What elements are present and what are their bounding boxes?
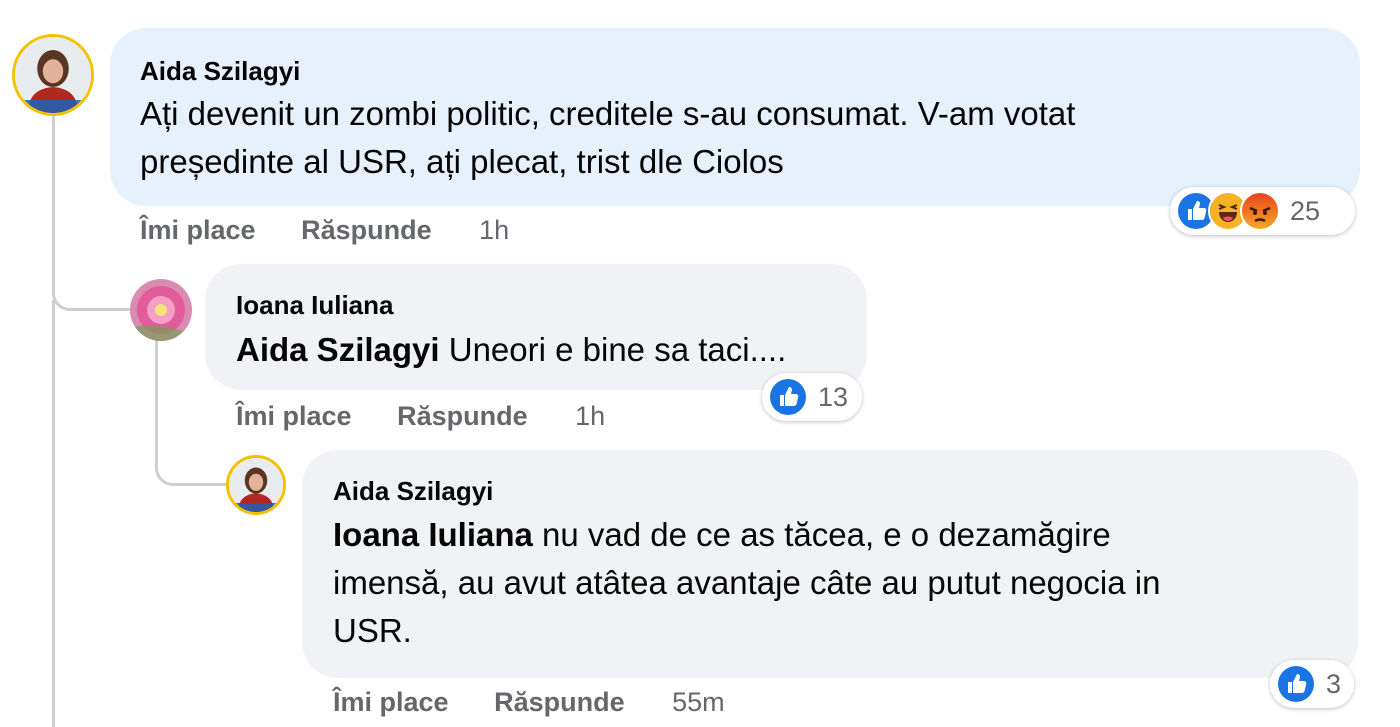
comment-actions: Îmi place Răspunde 1h: [140, 215, 509, 246]
like-button[interactable]: Îmi place: [236, 401, 352, 432]
comment-timestamp[interactable]: 55m: [672, 687, 725, 718]
comment-timestamp[interactable]: 1h: [575, 401, 605, 432]
reactions-summary[interactable]: 25: [1170, 187, 1355, 235]
comment-text-line: Ioana Iuliana nu vad de ce as tăcea, e o…: [333, 511, 1160, 559]
avatar[interactable]: [130, 279, 192, 341]
comment-text-content: nu vad de ce as tăcea, e o dezamăgire: [532, 516, 1111, 553]
mention-link[interactable]: Ioana Iuliana: [333, 516, 533, 553]
thread-line: [52, 300, 55, 727]
comment-text: Ați devenit un zombi politic, creditele …: [140, 90, 1075, 186]
comment-text-content: Uneori e bine sa taci....: [439, 331, 787, 368]
avatar[interactable]: [226, 455, 286, 515]
reaction-count: 3: [1326, 668, 1342, 699]
comment-actions: Îmi place Răspunde 1h: [236, 401, 605, 432]
reply-button[interactable]: Răspunde: [494, 687, 625, 718]
comment-author[interactable]: Aida Szilagyi: [140, 56, 300, 87]
comment-author[interactable]: Ioana Iuliana: [236, 290, 394, 321]
comment-text: Ioana Iuliana nu vad de ce as tăcea, e o…: [333, 511, 1160, 655]
profile-photo-aida: [229, 458, 283, 512]
avatar[interactable]: [12, 34, 94, 116]
comment-timestamp[interactable]: 1h: [479, 215, 509, 246]
like-icon: [1276, 664, 1316, 704]
angry-icon: [1240, 191, 1280, 231]
reactions-summary[interactable]: 3: [1270, 660, 1354, 708]
comment-text-line: președinte al USR, ați plecat, trist dle…: [140, 143, 784, 180]
comment-text: Aida Szilagyi Uneori e bine sa taci....: [236, 326, 786, 374]
reactions-summary[interactable]: 13: [762, 373, 862, 421]
comment-actions: Îmi place Răspunde 55m: [333, 687, 725, 718]
mention-link[interactable]: Aida Szilagyi: [236, 331, 440, 368]
profile-photo-ioana: [130, 279, 192, 341]
comment-author[interactable]: Aida Szilagyi: [333, 476, 493, 507]
like-icon: [768, 377, 808, 417]
reply-button[interactable]: Răspunde: [397, 401, 528, 432]
reply-button[interactable]: Răspunde: [301, 215, 432, 246]
profile-photo-aida: [15, 37, 91, 113]
like-button[interactable]: Îmi place: [333, 687, 449, 718]
comment-text-line: Ați devenit un zombi politic, creditele …: [140, 95, 1076, 132]
comment-text-line: imensă, au avut atâtea avantaje câte au …: [333, 564, 1161, 601]
reaction-count: 13: [818, 381, 849, 412]
like-button[interactable]: Îmi place: [140, 215, 256, 246]
comment-text-line: USR.: [333, 612, 412, 649]
reaction-count: 25: [1290, 195, 1321, 226]
